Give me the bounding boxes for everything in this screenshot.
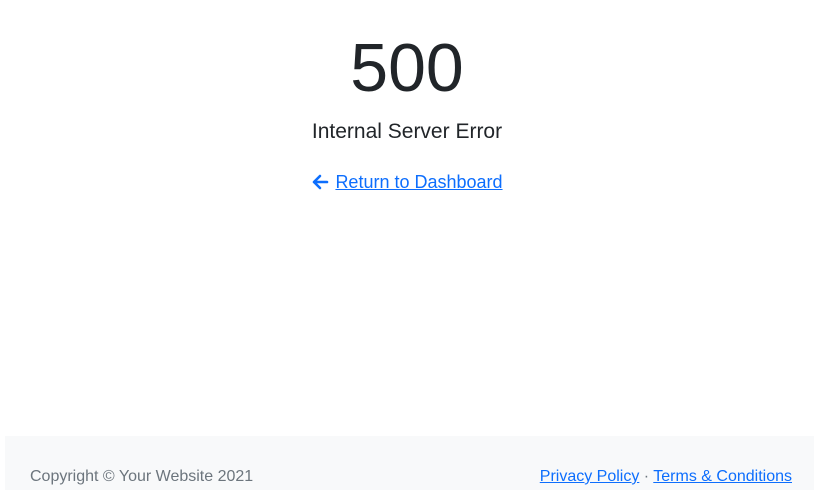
footer-links: Privacy Policy · Terms & Conditions <box>540 468 792 486</box>
footer: Copyright © Your Website 2021 Privacy Po… <box>5 436 814 490</box>
privacy-policy-link[interactable]: Privacy Policy <box>540 468 640 485</box>
copyright-text: Copyright © Your Website 2021 <box>30 468 254 485</box>
arrow-left-icon <box>313 174 329 190</box>
return-link-label: Return to Dashboard <box>335 172 503 192</box>
terms-conditions-link[interactable]: Terms & Conditions <box>653 468 792 485</box>
error-message: Internal Server Error <box>311 120 503 143</box>
return-to-dashboard-link[interactable]: Return to Dashboard <box>311 170 503 194</box>
separator: · <box>643 468 650 485</box>
error-code: 500 <box>350 30 464 106</box>
